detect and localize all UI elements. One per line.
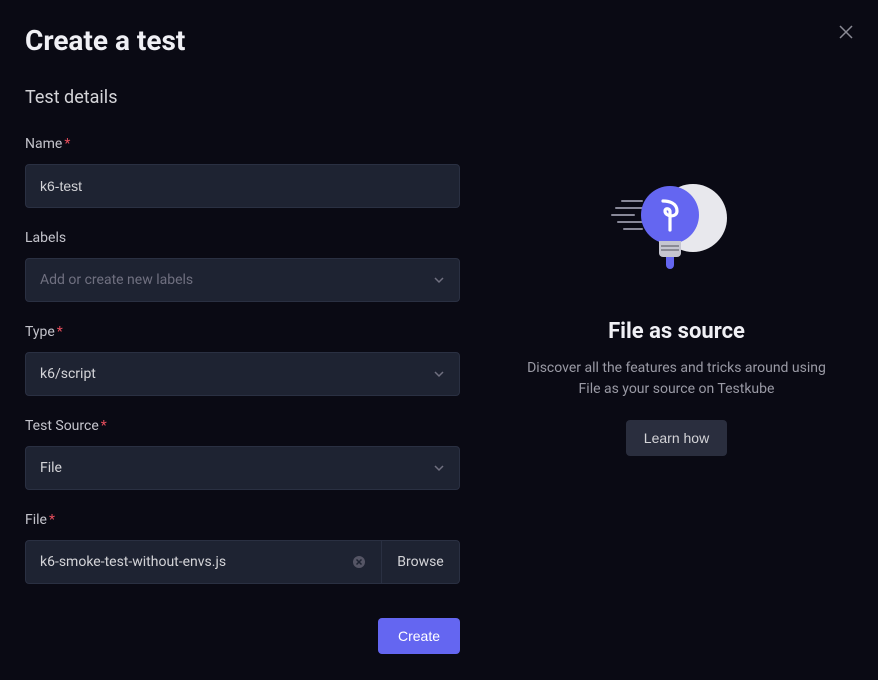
test-source-group: Test Source* File	[25, 418, 460, 490]
required-indicator: *	[57, 324, 63, 340]
required-indicator: *	[101, 418, 107, 434]
file-label: File*	[25, 512, 460, 528]
type-label: Type*	[25, 324, 460, 340]
close-button[interactable]	[836, 22, 856, 42]
modal-title: Create a test	[25, 24, 460, 57]
chevron-down-icon	[433, 274, 445, 286]
info-title: File as source	[608, 319, 745, 344]
name-label: Name*	[25, 136, 460, 152]
learn-how-button[interactable]: Learn how	[626, 420, 727, 456]
labels-group: Labels Add or create new labels	[25, 230, 460, 302]
lightbulb-icon	[619, 184, 734, 284]
clear-file-button[interactable]	[351, 554, 367, 570]
labels-label: Labels	[25, 230, 460, 246]
file-input[interactable]: k6-smoke-test-without-envs.js Browse	[25, 540, 460, 584]
create-test-modal: Create a test Test details Name* Labels …	[0, 0, 878, 680]
info-description: Discover all the features and tricks aro…	[520, 358, 833, 400]
close-icon	[839, 25, 853, 39]
required-indicator: *	[64, 136, 70, 152]
name-group: Name*	[25, 136, 460, 208]
type-select[interactable]: k6/script	[25, 352, 460, 396]
section-title: Test details	[25, 87, 460, 108]
file-input-value: k6-smoke-test-without-envs.js	[40, 554, 351, 570]
required-indicator: *	[49, 512, 55, 528]
test-source-value: File	[40, 460, 433, 476]
info-panel: File as source Discover all the features…	[500, 0, 853, 660]
clear-icon	[352, 555, 366, 569]
type-value: k6/script	[40, 366, 433, 382]
type-group: Type* k6/script	[25, 324, 460, 396]
chevron-down-icon	[433, 462, 445, 474]
test-source-label: Test Source*	[25, 418, 460, 434]
create-button[interactable]: Create	[378, 618, 460, 654]
form-panel: Create a test Test details Name* Labels …	[25, 20, 460, 660]
labels-placeholder: Add or create new labels	[40, 272, 433, 288]
file-group: File* k6-smoke-test-without-envs.js Brow…	[25, 512, 460, 584]
test-source-select[interactable]: File	[25, 446, 460, 490]
labels-select[interactable]: Add or create new labels	[25, 258, 460, 302]
browse-button[interactable]: Browse	[381, 541, 459, 583]
chevron-down-icon	[433, 368, 445, 380]
name-input[interactable]	[25, 164, 460, 208]
